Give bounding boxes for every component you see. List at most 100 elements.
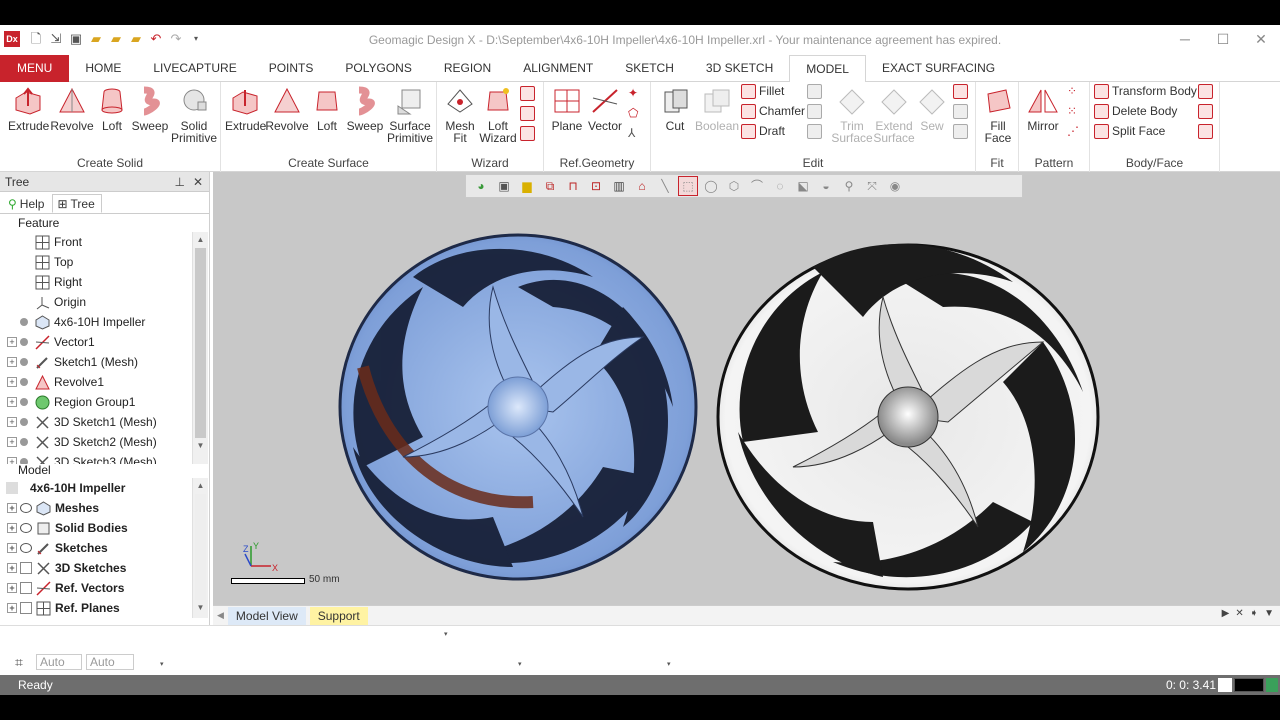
wizard-tool-2[interactable] [520,104,535,122]
flood-select-icon[interactable]: ◒ [817,177,835,195]
tab-3d-sketch[interactable]: 3D SKETCH [690,55,789,82]
close-button[interactable]: ✕ [1242,25,1280,55]
scroll-up-icon[interactable]: ▲ [193,478,208,494]
circular-pattern-tool[interactable]: ⁙ [1067,102,1077,120]
model-tree-scrollbar[interactable]: ▲ ▼ [192,478,208,618]
mesh-fit-button[interactable]: Mesh Fit [441,86,479,144]
linear-pattern-tool[interactable]: ⁘ [1067,82,1077,100]
model-tree-item[interactable]: +3D Sketches [0,558,209,578]
chamfer-button[interactable]: Chamfer [741,102,805,120]
feature-tree-item[interactable]: Origin [0,292,209,312]
tab-help[interactable]: ⚲ Help [4,194,50,213]
eye-icon[interactable] [20,523,32,533]
solid-revolve-button[interactable]: Revolve [50,86,94,132]
visibility-dot-icon[interactable] [20,358,28,366]
fill-face-button[interactable]: Fill Face [980,86,1016,144]
pin-icon[interactable]: ⊥ [175,172,185,192]
feature-tree-item[interactable]: + Sketch1 (Mesh) [0,352,209,372]
draft-button[interactable]: Draft [741,122,785,140]
scroll-down-icon[interactable]: ▼ [193,600,208,616]
surface-extrude-button[interactable]: Extrude [225,86,266,132]
expand-icon[interactable]: + [7,397,17,407]
eye-icon[interactable] [20,543,32,553]
3d-viewport[interactable]: ◕ ▣ ▆ ⧉ ⊓ ⊡ ▥ ⌂ ╲ ⬚ ◯ ⬡ ⌒ ◌ ⬕ ◒ ⚲ ⤧ ◉ Y … [213,172,1280,605]
mirror-button[interactable]: Mirror [1023,86,1063,132]
model-tree-item[interactable]: + Ref. Planes [0,598,209,618]
root-toggle[interactable] [6,482,18,494]
split-view-icon[interactable]: ▥ [610,177,628,195]
boolean-button[interactable]: Boolean [695,86,739,132]
tab-scroll-left-icon[interactable]: ◀ [217,610,224,621]
minimize-button[interactable]: ─ [1166,25,1204,55]
lasso-select-icon[interactable]: ◌ [771,177,789,195]
solid-extrude-button[interactable]: Extrude [8,86,49,132]
wizard-tool-1[interactable] [520,84,535,102]
edit-tool-f[interactable] [953,122,968,140]
extend-select-icon[interactable]: ⚲ [840,177,858,195]
surface-primitive-button[interactable]: Surface Primitive [385,86,435,144]
feature-tree-item[interactable]: Right [0,272,209,292]
visibility-checkbox[interactable] [20,602,32,614]
feature-tree-item[interactable]: 4x6-10H Impeller [0,312,209,332]
solid-loft-button[interactable]: Loft [96,86,128,132]
solid-primitive-button[interactable]: Solid Primitive [170,86,218,144]
expand-icon[interactable]: + [7,437,17,447]
delete-body-button[interactable]: Delete Body [1094,102,1177,120]
rectangle-select-icon[interactable]: ⬚ [678,176,698,196]
surface-loft-button[interactable]: Loft [311,86,343,132]
visibility-dot-icon[interactable] [20,398,28,406]
tab-scroll-right-icon[interactable]: ▶ [1222,608,1230,619]
body-tool-c[interactable] [1198,122,1213,140]
curve-pattern-tool[interactable]: ⋰ [1067,122,1079,140]
tab-alignment[interactable]: ALIGNMENT [507,55,609,82]
mesh-impeller-model[interactable] [323,217,713,587]
feature-tree-item[interactable]: Front [0,232,209,252]
trim-surface-button[interactable]: Trim Surface [831,86,873,144]
visibility-dot-icon[interactable] [20,318,28,326]
transform-body-button[interactable]: Transform Body [1094,82,1197,100]
tab-model-view[interactable]: Model View [227,606,306,625]
tab-livecapture[interactable]: LIVECAPTURE [137,55,252,82]
feature-tree-item[interactable]: + Vector1 [0,332,209,352]
zoom-fit-icon[interactable]: ⊡ [587,177,605,195]
expand-icon[interactable]: + [7,357,17,367]
edit-tool-c[interactable] [807,122,822,140]
surface-sweep-button[interactable]: Sweep [345,86,385,132]
circle-select-icon[interactable]: ◯ [702,177,720,195]
scroll-down-icon[interactable]: ▼ [193,438,208,454]
feature-tree-item[interactable]: +3D Sketch1 (Mesh) [0,412,209,432]
visibility-checkbox[interactable] [20,562,32,574]
render-mode-icon[interactable]: ▆ [518,177,536,195]
view-orient-icon[interactable]: ◕ [472,177,490,195]
coordinate-tool[interactable]: ⅄ [628,124,635,142]
tab-list-icon[interactable]: ▼ [1264,608,1274,619]
tab-support[interactable]: Support [309,606,368,625]
through-select-icon[interactable]: ◉ [886,177,904,195]
tab-polygons[interactable]: POLYGONS [329,55,427,82]
sew-button[interactable]: Sew [915,86,949,132]
visibility-dot-icon[interactable] [20,418,28,426]
select-filter-2[interactable]: Auto [86,654,134,670]
dropdown-arrow-icon[interactable]: ▾ [667,660,671,668]
visibility-checkbox[interactable] [20,582,32,594]
freeform-select-icon[interactable]: ⌒ [748,177,766,195]
expand-icon[interactable]: + [7,337,17,347]
model-tree-item[interactable]: + Meshes [0,498,209,518]
model-root[interactable]: 4x6-10H Impeller [0,478,209,498]
visibility-dot-icon[interactable] [20,458,28,464]
plane-button[interactable]: Plane [550,86,584,132]
expand-icon[interactable]: + [7,503,17,513]
dropdown-arrow-icon[interactable]: ▾ [444,630,448,638]
section-view-icon[interactable]: ⧉ [541,177,559,195]
vector-button[interactable]: Vector [586,86,624,132]
model-tree-item[interactable]: + Ref. Vectors [0,578,209,598]
tab-points[interactable]: POINTS [253,55,330,82]
maximize-button[interactable]: ☐ [1204,25,1242,55]
select-filter-1[interactable]: Auto [36,654,82,670]
expand-icon[interactable]: + [7,543,17,553]
tab-sketch[interactable]: SKETCH [609,55,690,82]
home-view-icon[interactable]: ⌂ [633,177,651,195]
view-cube-icon[interactable]: ▣ [495,177,513,195]
dropdown-arrow-icon[interactable]: ▾ [160,660,164,668]
solid-sweep-button[interactable]: Sweep [130,86,170,132]
